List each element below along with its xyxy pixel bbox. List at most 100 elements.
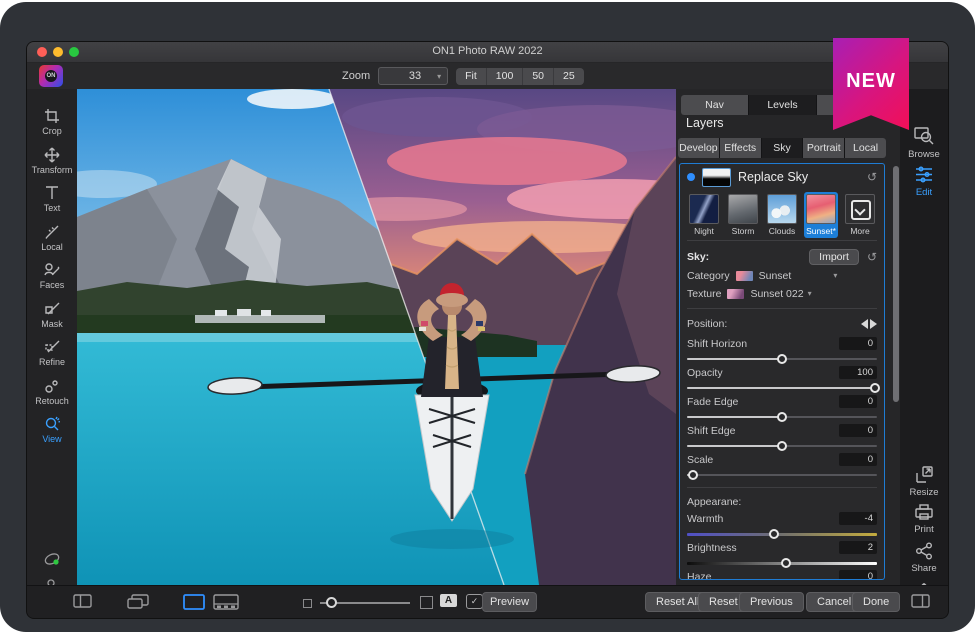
appearance-row: Appearane: [687,494,877,509]
large-preview-square-icon[interactable] [420,596,433,609]
slider-fade-edge: Fade Edge0 [687,394,877,423]
zoom-25-button[interactable]: 25 [554,68,584,85]
slider-track[interactable] [687,445,877,447]
zoom-50-button[interactable]: 50 [523,68,554,85]
window-title: ON1 Photo RAW 2022 [27,45,948,57]
slider-thumb[interactable] [870,383,880,393]
module-share[interactable]: Share [900,542,948,574]
module-resize[interactable]: Resize [900,465,948,498]
tab-effects[interactable]: Effects [720,138,761,158]
slider-warmth: Warmth-4 [687,511,877,540]
zoom-preset-group: Fit 100 50 25 [456,68,584,85]
slider-thumb[interactable] [769,529,779,539]
zoom-fit-button[interactable]: Fit [456,68,487,85]
slider-track[interactable] [687,358,877,360]
right-panel-toggle-icon[interactable] [911,594,930,608]
filter-enabled-dot[interactable] [687,173,695,181]
tab-develop[interactable]: Develop [678,138,719,158]
refine-brush-icon [44,339,61,355]
reset-sky-icon[interactable]: ↺ [867,250,877,264]
preset-night[interactable]: Night [687,192,721,238]
preset-more[interactable]: More [843,192,877,238]
divider [687,240,877,241]
preset-storm[interactable]: Storm [726,192,760,238]
module-tabs: Develop Effects Sky Portrait Local [678,138,886,158]
appearance-label: Appearane: [687,496,741,508]
slider-thumb[interactable] [777,412,787,422]
pane-title: Replace Sky [738,170,860,184]
module-edit[interactable]: Edit [900,165,948,198]
import-button[interactable]: Import [809,249,859,265]
slider-track[interactable] [687,474,877,476]
previous-button[interactable]: Previous [739,592,804,612]
sky-mask-thumbnail[interactable] [702,168,731,187]
done-button[interactable]: Done [852,592,900,612]
module-browse[interactable]: Browse [900,127,948,160]
module-print[interactable]: Print [900,503,948,535]
tab-levels[interactable]: Levels [749,95,816,115]
layers-header[interactable]: Layers [686,116,724,130]
texture-row[interactable]: Texture Sunset 022 ▾ [687,286,877,301]
title-bar: ON1 Photo RAW 2022 [27,42,948,63]
slider-track[interactable] [687,562,877,565]
tool-local[interactable]: Local [27,219,77,258]
soft-proof-icon[interactable]: A [440,594,457,607]
zoom-100-button[interactable]: 100 [487,68,524,85]
tab-local[interactable]: Local [845,138,886,158]
image-canvas[interactable] [77,89,676,585]
value-box[interactable]: -4 [839,512,877,525]
value-box[interactable]: 0 [839,570,877,580]
tool-faces[interactable]: Faces [27,257,77,296]
filmstrip-view-icon[interactable] [213,594,239,610]
tab-nav[interactable]: Nav [681,95,748,115]
tab-sky[interactable]: Sky [762,138,803,158]
single-view-icon[interactable] [183,594,205,610]
slider-thumb[interactable] [777,441,787,451]
panel-scrollbar[interactable] [893,166,899,402]
preview-button[interactable]: Preview [482,592,537,612]
value-box[interactable]: 100 [839,366,877,379]
screenshot-root: ON1 Photo RAW 2022 ON Zoom 33 ▾ Fit 100 … [0,0,975,634]
tool-text[interactable]: Text [27,180,77,219]
preset-sunset[interactable]: Sunset* [804,192,838,238]
show-mask-checkbox-icon[interactable]: ✓ [466,594,483,609]
flip-horizontal-icons[interactable] [861,319,877,329]
background-dim-slider[interactable] [320,602,410,604]
replace-sky-header[interactable]: Replace Sky ↺ [680,164,884,190]
mask-brush-icon [44,301,61,317]
tool-retouch[interactable]: Retouch [27,373,77,412]
value-box[interactable]: 2 [839,541,877,554]
small-preview-square-icon[interactable] [303,599,312,608]
compare-windows-icon[interactable] [127,594,149,609]
slider-thumb[interactable] [326,597,337,608]
slider-track[interactable] [687,387,877,389]
preset-clouds[interactable]: Clouds [765,192,799,238]
slider-track[interactable] [687,533,877,536]
value-box[interactable]: 0 [839,453,877,466]
tool-mask[interactable]: Mask [27,296,77,335]
slider-track[interactable] [687,416,877,418]
reset-pane-icon[interactable]: ↺ [867,170,877,184]
value-box[interactable]: 0 [839,337,877,350]
more-presets-icon [845,194,875,224]
zoom-controls: Zoom 33 ▾ Fit 100 50 25 [342,67,584,85]
slider-thumb[interactable] [688,470,698,480]
texture-thumbnail [727,289,744,299]
chevron-down-icon: ▾ [808,289,812,298]
slider-thumb[interactable] [777,354,787,364]
tool-refine[interactable]: Refine [27,334,77,373]
zoom-level-select[interactable]: 33 ▾ [378,67,448,85]
tool-crop[interactable]: Crop [27,103,77,142]
value-box[interactable]: 0 [839,395,877,408]
sync-status-icon[interactable] [27,549,77,569]
brush-icon [44,224,61,240]
left-panel-toggle-icon[interactable] [73,594,92,608]
category-value: Sunset [759,270,792,282]
tool-transform[interactable]: Transform [27,142,77,181]
tab-portrait[interactable]: Portrait [803,138,844,158]
value-box[interactable]: 0 [839,424,877,437]
category-row[interactable]: Category Sunset ▾ [687,268,877,283]
tool-view[interactable]: View [27,411,77,450]
zoom-label: Zoom [342,70,370,82]
slider-thumb[interactable] [781,558,791,568]
